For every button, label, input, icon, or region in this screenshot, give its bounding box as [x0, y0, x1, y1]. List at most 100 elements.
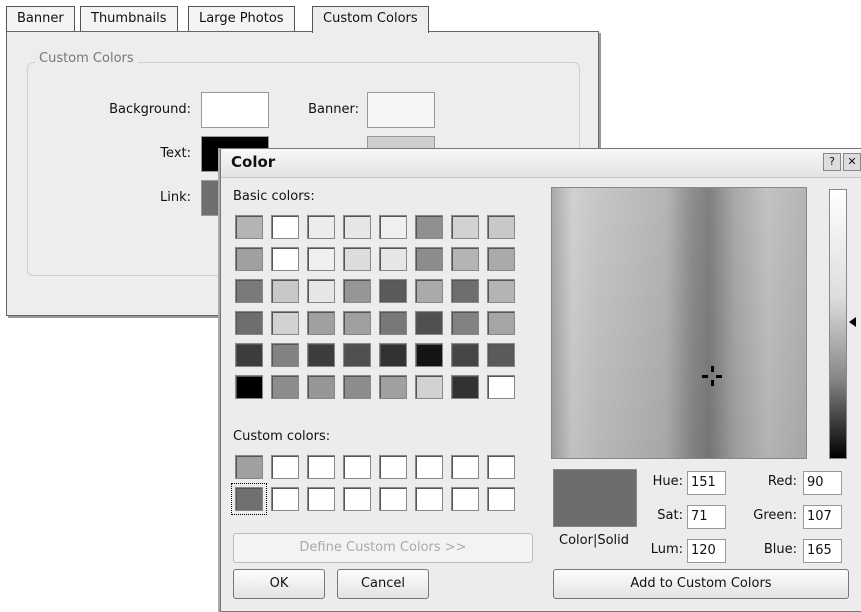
basic-color-swatch[interactable]	[379, 215, 407, 239]
basic-color-swatch[interactable]	[415, 311, 443, 335]
help-icon[interactable]: ?	[823, 153, 841, 171]
basic-color-swatch[interactable]	[235, 247, 263, 271]
luminosity-bar[interactable]	[829, 189, 847, 459]
link-label: Link:	[159, 190, 191, 205]
ok-button[interactable]: OK	[233, 569, 325, 599]
basic-color-swatch[interactable]	[307, 343, 335, 367]
basic-color-swatch[interactable]	[451, 279, 479, 303]
basic-color-swatch[interactable]	[415, 343, 443, 367]
color-spectrum[interactable]	[551, 187, 807, 459]
define-custom-colors-button[interactable]: Define Custom Colors >>	[233, 533, 533, 563]
hue-input[interactable]: 151	[687, 471, 726, 495]
red-input[interactable]: 90	[803, 471, 842, 495]
background-color-field[interactable]	[201, 92, 269, 128]
color-dialog: Color ? ✕ Basic colors: Custom colors: D…	[220, 148, 861, 612]
custom-color-swatch[interactable]	[415, 455, 443, 479]
lum-input[interactable]: 120	[687, 539, 726, 563]
basic-color-swatch[interactable]	[307, 375, 335, 399]
tab-banner[interactable]: Banner	[6, 6, 75, 31]
basic-color-swatch[interactable]	[235, 375, 263, 399]
basic-color-swatch[interactable]	[235, 311, 263, 335]
custom-color-swatch[interactable]	[343, 455, 371, 479]
basic-color-swatch[interactable]	[451, 215, 479, 239]
custom-color-swatch[interactable]	[343, 487, 371, 511]
basic-color-swatch[interactable]	[415, 375, 443, 399]
basic-color-swatch[interactable]	[451, 375, 479, 399]
basic-color-swatch[interactable]	[307, 215, 335, 239]
blue-input[interactable]: 165	[803, 539, 842, 563]
basic-color-swatch[interactable]	[487, 375, 515, 399]
basic-color-swatch[interactable]	[307, 279, 335, 303]
basic-color-swatch[interactable]	[343, 375, 371, 399]
basic-color-swatch[interactable]	[379, 311, 407, 335]
basic-color-swatch[interactable]	[343, 311, 371, 335]
basic-color-swatch[interactable]	[271, 279, 299, 303]
add-to-custom-colors-button[interactable]: Add to Custom Colors	[553, 569, 849, 599]
cancel-button[interactable]: Cancel	[337, 569, 429, 599]
custom-color-swatch[interactable]	[379, 487, 407, 511]
custom-color-swatch[interactable]	[451, 487, 479, 511]
blue-label: Blue:	[763, 542, 797, 557]
basic-color-swatch[interactable]	[451, 247, 479, 271]
lum-label: Lum:	[650, 542, 683, 557]
banner-label: Banner:	[308, 102, 359, 117]
custom-color-swatch[interactable]	[271, 487, 299, 511]
basic-color-swatch[interactable]	[235, 279, 263, 303]
basic-color-swatch[interactable]	[487, 279, 515, 303]
close-icon[interactable]: ✕	[843, 153, 861, 171]
settings-tabs: Banner Thumbnails Large Photos Custom Co…	[6, 6, 466, 33]
hue-label: Hue:	[652, 474, 683, 489]
crosshair-icon	[702, 366, 722, 386]
green-input[interactable]: 107	[803, 505, 842, 529]
custom-color-swatch[interactable]	[271, 455, 299, 479]
basic-color-swatch[interactable]	[487, 343, 515, 367]
basic-color-swatch[interactable]	[271, 375, 299, 399]
custom-color-swatch[interactable]	[235, 455, 263, 479]
red-label: Red:	[767, 474, 797, 489]
banner-color-field[interactable]	[367, 92, 435, 128]
basic-color-swatch[interactable]	[415, 279, 443, 303]
basic-color-swatch[interactable]	[271, 343, 299, 367]
custom-color-swatch[interactable]	[451, 455, 479, 479]
color-solid-swatch	[553, 469, 637, 527]
sat-label: Sat:	[657, 508, 683, 523]
luminosity-arrow-icon[interactable]	[849, 317, 856, 327]
custom-color-swatch[interactable]	[307, 487, 335, 511]
background-label: Background:	[109, 102, 191, 117]
basic-color-swatch[interactable]	[379, 343, 407, 367]
basic-color-swatch[interactable]	[487, 311, 515, 335]
tab-large-photos[interactable]: Large Photos	[188, 6, 295, 31]
basic-color-swatch[interactable]	[307, 247, 335, 271]
basic-color-swatch[interactable]	[271, 311, 299, 335]
tab-thumbnails[interactable]: Thumbnails	[80, 6, 178, 31]
basic-color-swatch[interactable]	[235, 343, 263, 367]
basic-color-swatch[interactable]	[487, 247, 515, 271]
basic-color-swatch[interactable]	[379, 375, 407, 399]
basic-color-swatch[interactable]	[343, 279, 371, 303]
basic-color-swatch[interactable]	[451, 343, 479, 367]
tab-custom-colors[interactable]: Custom Colors	[312, 6, 429, 33]
custom-color-swatch[interactable]	[415, 487, 443, 511]
basic-color-swatch[interactable]	[379, 247, 407, 271]
basic-color-swatch[interactable]	[379, 279, 407, 303]
green-label: Green:	[753, 508, 797, 523]
custom-color-swatch[interactable]	[231, 483, 267, 515]
basic-color-swatch[interactable]	[343, 343, 371, 367]
basic-color-swatch[interactable]	[343, 215, 371, 239]
basic-color-swatch[interactable]	[307, 311, 335, 335]
basic-color-swatch[interactable]	[271, 215, 299, 239]
basic-color-swatch[interactable]	[451, 311, 479, 335]
basic-color-swatch[interactable]	[487, 215, 515, 239]
basic-color-swatch[interactable]	[271, 247, 299, 271]
basic-color-swatch[interactable]	[415, 215, 443, 239]
basic-color-swatch[interactable]	[235, 215, 263, 239]
basic-color-swatch[interactable]	[343, 247, 371, 271]
text-label: Text:	[160, 146, 191, 161]
custom-color-swatch[interactable]	[379, 455, 407, 479]
custom-color-swatch[interactable]	[487, 487, 515, 511]
color-solid-label: Color|Solid	[559, 533, 630, 548]
custom-color-swatch[interactable]	[307, 455, 335, 479]
custom-color-swatch[interactable]	[487, 455, 515, 479]
sat-input[interactable]: 71	[687, 505, 726, 529]
basic-color-swatch[interactable]	[415, 247, 443, 271]
